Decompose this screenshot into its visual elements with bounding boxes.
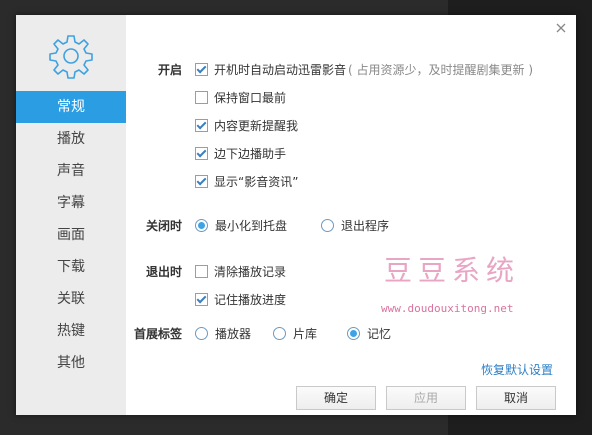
sidebar-item-general[interactable]: 常规 bbox=[16, 91, 126, 123]
cancel-button[interactable]: 取消 bbox=[476, 386, 556, 410]
on-close-option-minimize[interactable]: 最小化到托盘 bbox=[195, 216, 287, 234]
sidebar: 常规 播放 声音 字幕 画面 下载 关联 热键 其他 bbox=[16, 15, 126, 415]
gear-icon bbox=[49, 35, 93, 79]
startup-option-show-news[interactable]: 显示“影音资讯” bbox=[195, 172, 298, 190]
on-close-option-exit[interactable]: 退出程序 bbox=[321, 216, 389, 234]
player-radio[interactable] bbox=[195, 326, 208, 340]
watermark-url: www.doudouxitong.net bbox=[381, 302, 514, 315]
memory-label: 记忆 bbox=[367, 326, 392, 341]
update-reminder-checkbox[interactable] bbox=[195, 118, 208, 132]
player-label: 播放器 bbox=[215, 326, 252, 341]
stream-helper-checkbox[interactable] bbox=[195, 146, 208, 160]
first-tab-section-label: 首展标签 bbox=[133, 327, 182, 341]
clear-history-checkbox[interactable] bbox=[195, 264, 208, 278]
watermark-title: 豆豆系统 bbox=[384, 254, 521, 287]
sidebar-item-subtitles[interactable]: 字幕 bbox=[16, 187, 126, 219]
first-tab-option-player[interactable]: 播放器 bbox=[195, 324, 251, 342]
clear-history-label: 清除播放记录 bbox=[214, 264, 287, 279]
settings-dialog: 常规 播放 声音 字幕 画面 下载 关联 热键 其他 开启 开机时自动启动迅雷影… bbox=[16, 15, 576, 415]
on-exit-option-clear-history[interactable]: 清除播放记录 bbox=[195, 262, 286, 280]
startup-option-update-reminder[interactable]: 内容更新提醒我 bbox=[195, 116, 298, 134]
sidebar-item-other[interactable]: 其他 bbox=[16, 347, 126, 379]
autostart-hint: ( 占用资源少，及时提醒剧集更新 ) bbox=[348, 62, 534, 77]
update-reminder-label: 内容更新提醒我 bbox=[214, 118, 299, 133]
minimize-to-tray-radio[interactable] bbox=[195, 218, 208, 232]
stream-helper-label: 边下边播助手 bbox=[214, 146, 287, 161]
startup-option-stream-helper[interactable]: 边下边播助手 bbox=[195, 144, 286, 162]
sidebar-item-sound[interactable]: 声音 bbox=[16, 155, 126, 187]
library-radio[interactable] bbox=[273, 326, 286, 340]
startup-option-autostart[interactable]: 开机时自动启动迅雷影音 ( 占用资源少，及时提醒剧集更新 ) bbox=[195, 60, 533, 78]
library-label: 片库 bbox=[293, 326, 318, 341]
sidebar-item-association[interactable]: 关联 bbox=[16, 283, 126, 315]
on-close-section-label: 关闭时 bbox=[145, 219, 182, 233]
sidebar-nav: 常规 播放 声音 字幕 画面 下载 关联 热键 其他 bbox=[16, 91, 126, 379]
show-news-checkbox[interactable] bbox=[195, 174, 208, 188]
startup-section-label: 开启 bbox=[157, 63, 182, 77]
restore-defaults-link[interactable]: 恢复默认设置 bbox=[481, 361, 553, 378]
ok-button[interactable]: 确定 bbox=[296, 386, 376, 410]
memory-radio[interactable] bbox=[347, 326, 360, 340]
on-exit-section-label: 退出时 bbox=[145, 265, 182, 279]
first-tab-option-library[interactable]: 片库 bbox=[273, 324, 317, 342]
autostart-label: 开机时自动启动迅雷影音 bbox=[214, 62, 347, 77]
sidebar-item-picture[interactable]: 画面 bbox=[16, 219, 126, 251]
sidebar-item-playback[interactable]: 播放 bbox=[16, 123, 126, 155]
remember-progress-label: 记住播放进度 bbox=[214, 292, 287, 307]
always-on-top-checkbox[interactable] bbox=[195, 90, 208, 104]
sidebar-item-hotkeys[interactable]: 热键 bbox=[16, 315, 126, 347]
on-exit-option-remember-progress[interactable]: 记住播放进度 bbox=[195, 290, 286, 308]
remember-progress-checkbox[interactable] bbox=[195, 292, 208, 306]
sidebar-item-download[interactable]: 下载 bbox=[16, 251, 126, 283]
autostart-checkbox[interactable] bbox=[195, 62, 208, 76]
apply-button[interactable]: 应用 bbox=[386, 386, 466, 410]
minimize-to-tray-label: 最小化到托盘 bbox=[215, 218, 288, 233]
exit-program-radio[interactable] bbox=[321, 218, 334, 232]
show-news-label: 显示“影音资讯” bbox=[214, 174, 299, 189]
startup-option-always-on-top[interactable]: 保持窗口最前 bbox=[195, 88, 286, 106]
first-tab-option-memory[interactable]: 记忆 bbox=[347, 324, 391, 342]
always-on-top-label: 保持窗口最前 bbox=[214, 90, 287, 105]
exit-program-label: 退出程序 bbox=[341, 218, 390, 233]
close-icon[interactable] bbox=[554, 21, 568, 35]
